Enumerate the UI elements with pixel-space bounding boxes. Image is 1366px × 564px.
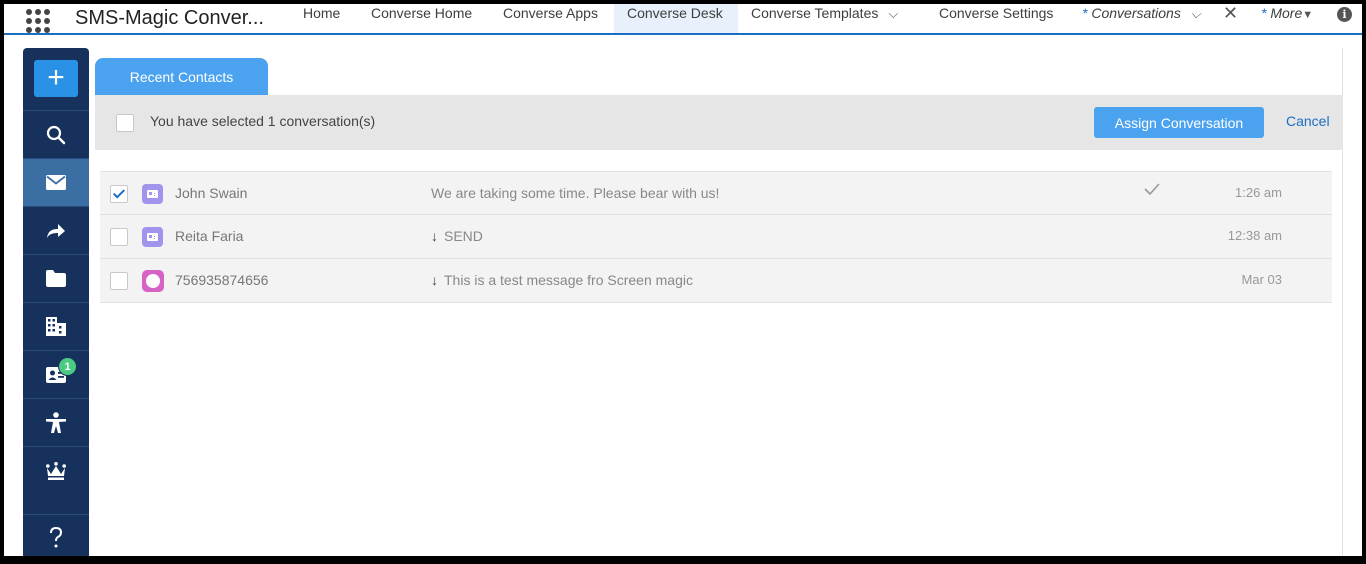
row-checkbox[interactable]: [110, 185, 128, 203]
selection-bar: You have selected 1 conversation(s) Assi…: [95, 95, 1343, 150]
app-launcher-icon[interactable]: [26, 9, 52, 33]
message-time: 12:38 am: [1227, 228, 1282, 243]
nav-tab-more[interactable]: * More▼: [1261, 4, 1313, 33]
crown-icon: [46, 461, 66, 480]
row-checkbox[interactable]: [110, 228, 128, 246]
message-text: SEND: [444, 228, 483, 244]
unsaved-star: *: [1082, 5, 1088, 21]
sidebar-item-accessibility[interactable]: [23, 398, 89, 446]
sidebar-item-accounts[interactable]: [23, 302, 89, 350]
nav-tab-converse-apps[interactable]: Converse Apps: [503, 4, 598, 33]
help-icon: [50, 526, 63, 547]
read-checkmark-icon: [1144, 183, 1160, 195]
sidebar-item-premium[interactable]: [23, 446, 89, 494]
row-checkbox[interactable]: [110, 272, 128, 290]
add-button[interactable]: +: [34, 60, 78, 97]
building-icon: [46, 317, 66, 336]
conversation-row[interactable]: 756935874656 ↓ This is a test message fro…: [100, 259, 1332, 303]
selection-count-text: You have selected 1 conversation(s): [150, 113, 376, 129]
info-icon[interactable]: i: [1337, 7, 1352, 22]
cancel-link[interactable]: Cancel: [1286, 113, 1330, 129]
contact-name[interactable]: John Swain: [175, 185, 247, 201]
conversation-row[interactable]: Reita Faria ↓ SEND 12:38 am: [100, 215, 1332, 259]
conversation-row[interactable]: John Swain We are taking some time. Plea…: [100, 171, 1332, 215]
conversation-list: John Swain We are taking some time. Plea…: [100, 171, 1332, 303]
nav-tab-label: Converse Home: [371, 5, 473, 21]
main-panel: Recent Contacts You have selected 1 conv…: [89, 48, 1343, 556]
sidebar-item-folder[interactable]: [23, 254, 89, 302]
app-window: SMS-Magic Conver... Home Converse Home C…: [4, 4, 1362, 556]
incoming-arrow-icon: ↓: [431, 228, 438, 244]
sidebar-item-help[interactable]: [23, 514, 89, 556]
nav-tab-converse-home[interactable]: Converse Home: [371, 4, 472, 33]
sidebar-item-search[interactable]: [23, 110, 89, 158]
message-text: This is a test message fro Screen magic: [444, 272, 693, 288]
message-time: 1:26 am: [1235, 185, 1282, 200]
message-preview: ↓ SEND: [431, 228, 483, 244]
unsaved-star: *: [1261, 5, 1267, 21]
incoming-arrow-icon: ↓: [431, 272, 438, 288]
contact-icon: [142, 227, 163, 247]
search-icon: [46, 125, 66, 144]
nav-tab-conversations[interactable]: * Conversations ⌵: [1082, 4, 1201, 33]
chevron-down-icon[interactable]: ⌵: [888, 5, 898, 23]
notification-badge: 1: [58, 357, 77, 376]
top-nav: SMS-Magic Conver... Home Converse Home C…: [4, 4, 1362, 35]
tab-recent-contacts[interactable]: Recent Contacts: [95, 58, 268, 95]
nav-tab-label: More: [1270, 5, 1303, 21]
select-all-checkbox[interactable]: [116, 114, 134, 132]
nav-tab-home[interactable]: Home: [303, 4, 340, 33]
nav-tab-label: Conversations: [1091, 5, 1181, 21]
person-icon: [142, 270, 164, 292]
nav-tab-label: Home: [303, 5, 341, 21]
message-text: We are taking some time. Please bear wit…: [431, 185, 720, 201]
contact-name[interactable]: 756935874656: [175, 272, 268, 288]
nav-tab-converse-settings[interactable]: Converse Settings: [939, 4, 1053, 33]
utility-sidebar: + 1: [23, 48, 89, 556]
message-time: Mar 03: [1241, 272, 1282, 287]
sidebar-item-contacts[interactable]: 1: [23, 350, 89, 398]
nav-tab-label: Converse Desk: [627, 5, 723, 21]
caret-down-icon: ▼: [1302, 9, 1314, 21]
sidebar-item-messages[interactable]: [23, 158, 89, 206]
folder-icon: [46, 270, 66, 287]
close-icon[interactable]: ✕: [1223, 4, 1238, 24]
person-star-icon: [46, 411, 66, 433]
contact-icon: [142, 184, 163, 204]
assign-conversation-button[interactable]: Assign Conversation: [1094, 107, 1264, 138]
forward-arrow-icon: [47, 223, 65, 238]
nav-tab-converse-templates[interactable]: Converse Templates ⌵: [751, 4, 898, 33]
message-preview: We are taking some time. Please bear wit…: [431, 185, 719, 201]
envelope-icon: [46, 175, 66, 190]
app-name: SMS-Magic Conver...: [75, 7, 264, 29]
window-bottom-edge: [0, 556, 1366, 564]
message-preview: ↓ This is a test message fro Screen magic: [431, 272, 693, 288]
nav-tab-label: Converse Templates: [751, 5, 879, 21]
sidebar-item-forward[interactable]: [23, 206, 89, 254]
chevron-down-icon[interactable]: ⌵: [1191, 5, 1201, 23]
nav-tab-converse-desk[interactable]: Converse Desk: [614, 4, 738, 33]
nav-tab-label: Converse Settings: [939, 5, 1054, 21]
nav-tab-label: Converse Apps: [503, 5, 598, 21]
contact-name[interactable]: Reita Faria: [175, 228, 243, 244]
